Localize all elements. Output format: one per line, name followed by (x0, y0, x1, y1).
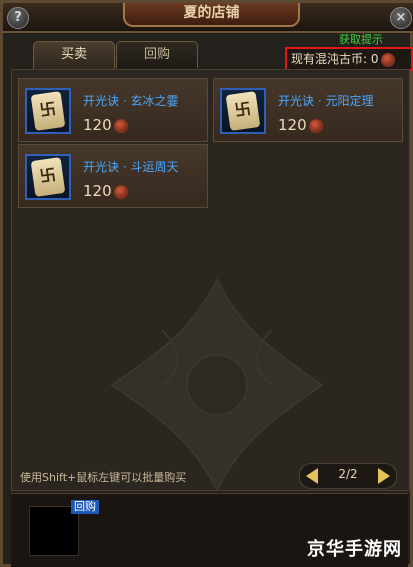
item-price: 120 (83, 116, 128, 134)
tab-buyback[interactable]: 回购 (116, 41, 198, 68)
scroll-item-icon: 卐 (25, 154, 71, 200)
currency-display: 现有混沌古币: 0 (285, 47, 413, 71)
shop-window: ? 夏的店铺 × 买卖 回购 获取提示 现有混沌古币: 0 卐 开光诀 · 玄冰… (0, 0, 413, 567)
shop-item[interactable]: 卐 开光诀 · 玄冰之霎 120 (18, 78, 208, 142)
batch-buy-hint: 使用Shift+鼠标左键可以批量购买 (20, 471, 187, 484)
scroll-item-icon: 卐 (25, 88, 71, 134)
scroll-icon: 卐 (225, 91, 261, 131)
title-bar: ? 夏的店铺 × (3, 3, 413, 33)
shop-item[interactable]: 卐 开光诀 · 元阳定理 120 (213, 78, 403, 142)
coin-icon (113, 184, 128, 199)
scroll-item-icon: 卐 (220, 88, 266, 134)
item-name: 开光诀 · 元阳定理 (278, 94, 374, 108)
get-tip-link[interactable]: 获取提示 (339, 31, 383, 47)
scroll-icon: 卐 (30, 91, 66, 131)
scroll-icon: 卐 (30, 157, 66, 197)
item-panel: 卐 开光诀 · 玄冰之霎 120 卐 开光诀 · 元阳定理 120 卐 开光诀 … (11, 69, 410, 493)
item-price: 120 (83, 182, 128, 200)
tab-buy-sell[interactable]: 买卖 (33, 41, 115, 70)
currency-label: 现有混沌古币: 0 (291, 52, 379, 66)
price-value: 120 (83, 116, 112, 134)
prev-page-button[interactable] (306, 468, 318, 484)
help-button[interactable]: ? (7, 7, 29, 29)
brand-watermark: 京华手游网 (307, 539, 402, 560)
item-price: 120 (278, 116, 323, 134)
window-title: 夏的店铺 (123, 3, 300, 27)
price-value: 120 (83, 182, 112, 200)
chaos-coin-icon (380, 52, 395, 67)
price-value: 120 (278, 116, 307, 134)
page-indicator: 2/2 (338, 467, 358, 481)
next-page-button[interactable] (378, 468, 390, 484)
item-name: 开光诀 · 玄冰之霎 (83, 94, 179, 108)
buyback-area: 回购 京华手游网 (11, 493, 408, 567)
shop-item[interactable]: 卐 开光诀 · 斗运周天 120 (18, 144, 208, 208)
coin-icon (113, 118, 128, 133)
close-button[interactable]: × (390, 7, 412, 29)
coin-icon (308, 118, 323, 133)
buyback-label: 回购 (71, 500, 99, 514)
background-ornament-icon (110, 277, 324, 493)
item-name: 开光诀 · 斗运周天 (83, 160, 179, 174)
pager: 2/2 (299, 463, 397, 489)
